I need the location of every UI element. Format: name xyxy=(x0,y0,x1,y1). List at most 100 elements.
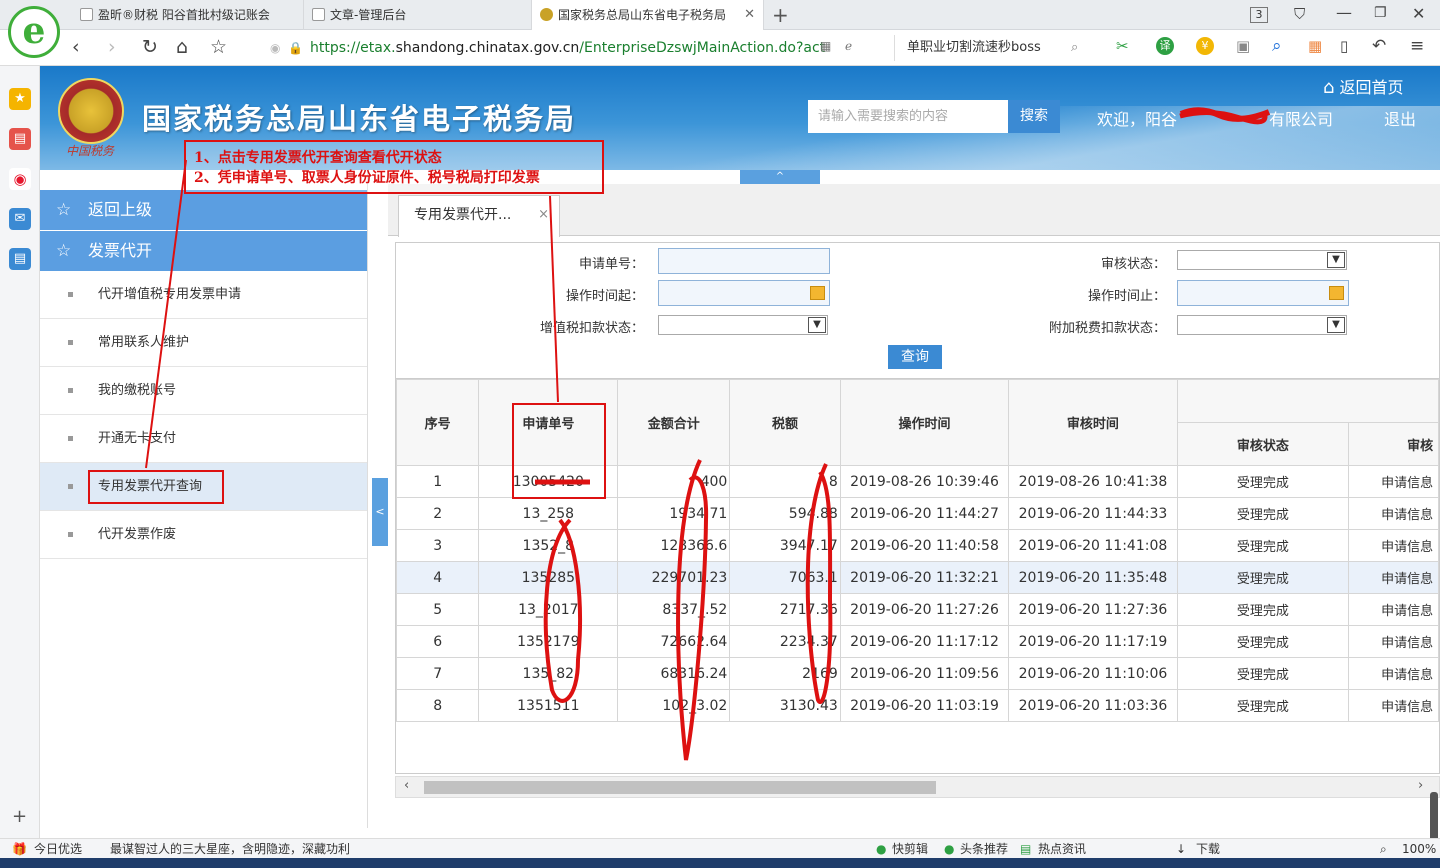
surtax-deduct-select[interactable]: ▼ xyxy=(1177,315,1347,335)
status-item-hot[interactable]: 热点资讯 xyxy=(1038,839,1086,859)
site-search-input[interactable]: 请输入需要搜索的内容 xyxy=(808,100,1008,133)
section-invoice-issuing[interactable]: ☆ 发票代开 xyxy=(40,231,367,271)
collapse-header-button[interactable]: ^ xyxy=(740,170,820,184)
home-link[interactable]: ⌂ 返回首页 xyxy=(1323,74,1404,98)
nav-item-tax-account[interactable]: 我的缴税账号 xyxy=(40,367,367,415)
browser-tab-1[interactable]: 盈昕®财税 阳谷首批村级记账会 xyxy=(72,0,304,30)
headline-icon: ● xyxy=(944,842,955,856)
back-to-parent[interactable]: ☆ 返回上级 xyxy=(40,190,367,230)
close-tab-icon[interactable]: ✕ xyxy=(744,0,755,30)
new-tab-icon[interactable]: + xyxy=(772,3,789,27)
scissors-icon[interactable]: ✂ xyxy=(1116,37,1129,55)
tab-count-badge[interactable]: 3 xyxy=(1250,7,1268,23)
back-icon[interactable]: ‹ xyxy=(72,36,80,58)
table-row[interactable]: 3 1352_8 128366.6 3947.17 2019-06-20 11:40:5… xyxy=(396,529,1439,562)
cell-op-time: 2019-08-26 10:39:46 xyxy=(839,465,1010,498)
nav-item-contacts[interactable]: 常用联系人维护 xyxy=(40,319,367,367)
coin-icon[interactable]: ¥ xyxy=(1196,37,1214,55)
document-icon[interactable]: ▤ xyxy=(9,248,31,270)
logout-link[interactable]: 退出 xyxy=(1384,106,1416,130)
cell-apply-no: 13_258 xyxy=(478,497,619,530)
cell-next: 申请信息 xyxy=(1348,625,1439,658)
nav-item-vat-invoice-apply[interactable]: 代开增值税专用发票申请 xyxy=(40,271,367,319)
mail-icon[interactable]: ✉ xyxy=(9,208,31,230)
audit-status-select[interactable]: ▼ xyxy=(1177,250,1347,270)
cell-op-time: 2019-06-20 11:03:19 xyxy=(839,689,1010,722)
news-icon[interactable]: ▤ xyxy=(9,128,31,150)
nav-item-cardless-pay[interactable]: 开通无卡支付 xyxy=(40,415,367,463)
status-zoom[interactable]: 100% xyxy=(1402,839,1436,859)
site-search-button[interactable]: 搜索 xyxy=(1008,100,1060,133)
browser-tab-3-active[interactable]: 国家税务总局山东省电子税务局 ✕ xyxy=(532,0,764,31)
horizontal-scrollbar[interactable]: ‹ › xyxy=(395,776,1440,798)
col-tax: 税额 xyxy=(729,379,841,466)
op-time-from-input[interactable] xyxy=(658,280,830,306)
home-icon: ⌂ xyxy=(1323,77,1335,98)
close-icon[interactable]: × xyxy=(538,196,549,234)
translate-icon[interactable]: 译 xyxy=(1156,37,1174,55)
browser-search-box[interactable]: 单职业切割流速秒boss ⌕ xyxy=(894,35,1094,61)
address-bar[interactable]: ◉ 🔒 https://etax.shandong.chinatax.gov.c… xyxy=(262,35,882,61)
close-window-icon[interactable]: ✕ xyxy=(1412,4,1425,23)
star-icon[interactable]: ☆ xyxy=(210,36,227,58)
apply-no-input[interactable] xyxy=(658,248,830,274)
bullet-icon xyxy=(68,340,73,345)
shirt-icon[interactable]: ⛉ xyxy=(1294,5,1305,23)
cell-audit-status: 受理完成 xyxy=(1176,593,1350,626)
status-item-clip[interactable]: 快剪辑 xyxy=(892,839,928,859)
chevron-down-icon: ▼ xyxy=(1327,317,1345,333)
star-icon: ☆ xyxy=(56,241,72,261)
tablet-icon[interactable]: ▯ xyxy=(1340,37,1348,55)
image-icon[interactable]: ▣ xyxy=(1236,37,1250,55)
cell-audit-time: 2019-06-20 11:10:06 xyxy=(1008,657,1178,690)
favorites-icon[interactable]: ★ xyxy=(9,88,31,110)
query-button[interactable]: 查询 xyxy=(888,345,942,369)
apps-icon[interactable]: ▦ xyxy=(1308,37,1322,55)
col-seq: 序号 xyxy=(396,379,480,466)
chevron-down-icon: ▼ xyxy=(1327,252,1345,268)
search-icon[interactable]: ⌕ xyxy=(1071,35,1078,61)
cell-seq: 3 xyxy=(396,529,480,562)
weibo-icon[interactable]: ◉ xyxy=(9,168,31,190)
cell-amount: 229701.23 xyxy=(617,561,731,594)
status-item-headline[interactable]: 头条推荐 xyxy=(960,839,1008,859)
table-row[interactable]: 5 13_2017 8337_.52 2717.36 2019-06-20 11:27:… xyxy=(396,593,1439,626)
cell-seq: 7 xyxy=(396,657,480,690)
cell-audit-time: 2019-06-20 11:35:48 xyxy=(1008,561,1178,594)
menu-icon[interactable]: ≡ xyxy=(1410,36,1424,56)
cell-op-time: 2019-06-20 11:32:21 xyxy=(839,561,1010,594)
refresh-icon[interactable]: ↻ xyxy=(142,36,158,58)
browser-tab-2[interactable]: 文章-管理后台 xyxy=(304,0,532,30)
op-time-to-input[interactable] xyxy=(1177,280,1349,306)
scroll-right-icon[interactable]: › xyxy=(1418,778,1423,793)
sidebar-toggle[interactable]: < xyxy=(372,478,388,546)
table-row[interactable]: 2 13_258 1934.71 594.88 2019-06-20 11:44:27 2… xyxy=(396,497,1439,530)
status-today[interactable]: 今日优选 xyxy=(34,839,82,859)
calendar-icon[interactable] xyxy=(1329,286,1344,300)
forward-icon[interactable]: › xyxy=(108,36,116,58)
table-row[interactable]: 4 135285 229701.23 7063.1 2019-06-20 11:32:2… xyxy=(396,561,1439,594)
home-icon[interactable]: ⌂ xyxy=(176,36,188,58)
vat-deduct-select[interactable]: ▼ xyxy=(658,315,828,335)
minimize-icon[interactable]: — xyxy=(1336,3,1352,22)
tab-invoice-query[interactable]: 专用发票代开... × xyxy=(398,195,560,237)
cell-apply-no: 1352_8 xyxy=(478,529,619,562)
table-row[interactable]: 6 1352179 72662.64 2234.37 2019-06-20 11:17:… xyxy=(396,625,1439,658)
add-icon[interactable]: + xyxy=(12,806,27,827)
query-form: 申请单号： 审核状态： ▼ 操作时间起： 操作时间止： 增值税扣款状态： ▼ 附… xyxy=(395,242,1440,400)
table-row[interactable]: 8 1351511 102_3.02 3130.43 2019-06-20 11:03:… xyxy=(396,689,1439,722)
calendar-icon[interactable] xyxy=(810,286,825,300)
scroll-left-icon[interactable]: ‹ xyxy=(404,778,409,793)
cell-next: 申请信息 xyxy=(1348,657,1439,690)
scroll-thumb[interactable] xyxy=(424,781,936,794)
nav-item-invoice-void[interactable]: 代开发票作废 xyxy=(40,511,367,559)
magnifier-icon[interactable]: ⌕ xyxy=(1272,36,1282,56)
table-row[interactable]: 7 135_82 68316.24 2169 2019-06-20 11:09:56 20… xyxy=(396,657,1439,690)
status-item-download[interactable]: 下载 xyxy=(1196,839,1220,859)
status-news[interactable]: 最谋智过人的三大星座，含明隐迹，深藏功利 xyxy=(110,839,350,859)
annotation-line-2: 2、凭申请单号、取票人身份证原件、税号税局打印发票 xyxy=(194,170,540,186)
grid-icon[interactable]: ▦ xyxy=(820,39,831,53)
ie-icon[interactable]: ℯ xyxy=(845,39,852,53)
undo-icon[interactable]: ↶ xyxy=(1372,36,1386,56)
restore-icon[interactable]: ❐ xyxy=(1374,5,1387,21)
